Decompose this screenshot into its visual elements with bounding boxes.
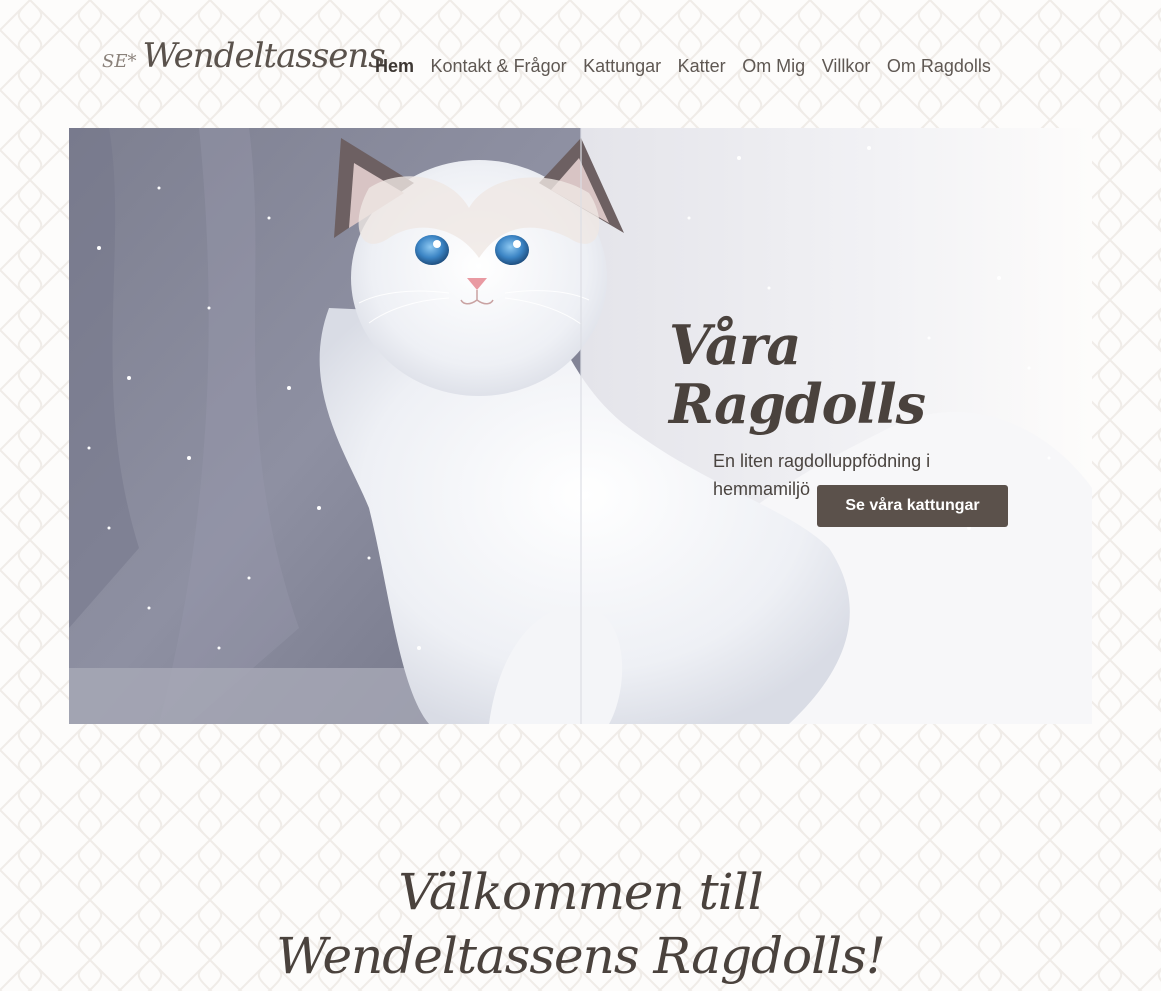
nav-item-kontakt[interactable]: Kontakt & Frågor bbox=[431, 56, 567, 77]
nav-item-om-mig[interactable]: Om Mig bbox=[742, 56, 805, 77]
see-kittens-button[interactable]: Se våra kattungar bbox=[817, 485, 1008, 527]
nav-item-villkor[interactable]: Villkor bbox=[822, 56, 871, 77]
welcome-line-2: Wendeltassens Ragdolls! bbox=[276, 927, 886, 985]
main-nav: Hem Kontakt & Frågor Kattungar Katter Om… bbox=[375, 56, 1007, 77]
nav-item-om-ragdolls[interactable]: Om Ragdolls bbox=[887, 56, 991, 77]
welcome-line-1: Välkommen till bbox=[398, 863, 763, 921]
nav-item-katter[interactable]: Katter bbox=[678, 56, 726, 77]
site-header: SE* Wendeltassens Hem Kontakt & Frågor K… bbox=[0, 0, 1161, 128]
welcome-heading: Välkommen till Wendeltassens Ragdolls! bbox=[0, 860, 1161, 988]
nav-item-hem[interactable]: Hem bbox=[375, 56, 414, 77]
logo-text: Wendeltassens bbox=[142, 36, 385, 76]
logo-prefix: SE* bbox=[102, 51, 137, 72]
nav-item-kattungar[interactable]: Kattungar bbox=[583, 56, 661, 77]
hero-banner: Våra Ragdolls En liten ragdolluppfödning… bbox=[69, 128, 1092, 724]
hero-content: Våra Ragdolls En liten ragdolluppfödning… bbox=[669, 313, 1008, 527]
site-logo[interactable]: SE* Wendeltassens bbox=[102, 36, 386, 76]
hero-title: Våra Ragdolls bbox=[669, 313, 926, 437]
